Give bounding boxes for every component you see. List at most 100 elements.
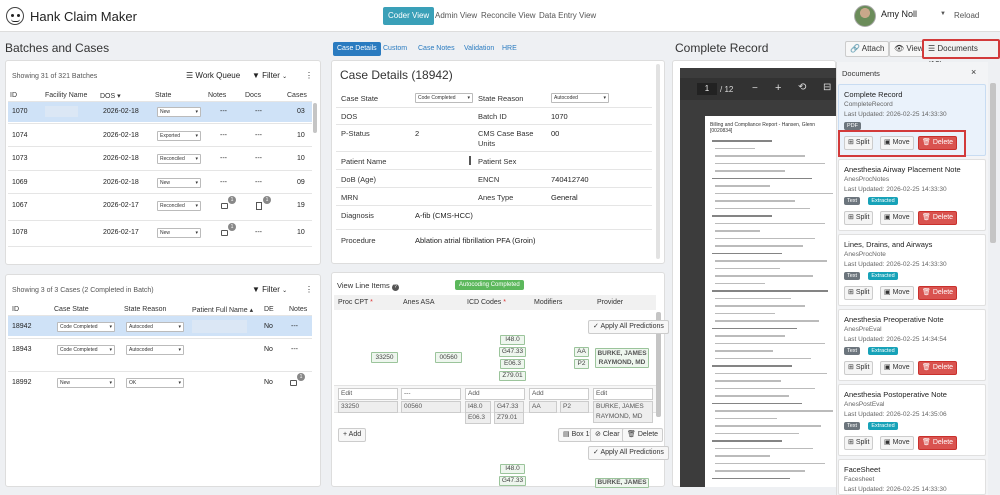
batch-state-select[interactable]: New [157, 178, 201, 188]
icd-code[interactable]: I48.0 [500, 335, 525, 345]
modifier-add-input[interactable]: Add [529, 388, 589, 400]
fit-page-icon[interactable]: ⊟ [823, 82, 831, 93]
icd-code[interactable]: G47.33 [499, 476, 526, 486]
batches-scrollbar[interactable] [313, 103, 317, 133]
cpt-code[interactable]: 33250 [371, 352, 398, 363]
tab-case-details[interactable]: Case Details [333, 42, 381, 56]
col-notes[interactable]: Notes [208, 92, 226, 99]
split-button[interactable]: ⊞ Split [844, 436, 874, 450]
batches-filter-button[interactable]: ▼ Filter ⌄ [252, 71, 287, 80]
icd-code[interactable]: E06.3 [500, 359, 525, 369]
tab-data-entry-view[interactable]: Data Entry View [534, 7, 601, 25]
batch-state-select[interactable]: New [157, 107, 201, 117]
col-notes[interactable]: Notes [289, 306, 307, 313]
user-name[interactable]: Amy Noll [881, 9, 917, 19]
col-dos[interactable]: DOS ▾ [100, 92, 121, 100]
case-state-select[interactable]: Code Completed [415, 93, 473, 103]
user-menu-chevron-down-icon[interactable]: ▼ [940, 11, 946, 17]
modifier-code[interactable]: P2 [574, 359, 589, 369]
pstatus-label: P-Status [341, 129, 370, 138]
col-de[interactable]: DE [264, 306, 274, 313]
col-patient-name[interactable]: Patient Full Name ▴ [192, 306, 253, 314]
apply-all-predictions-button[interactable]: ✓ Apply All Predictions [588, 320, 669, 334]
col-id[interactable]: ID [10, 92, 17, 99]
tab-custom[interactable]: Custom [379, 42, 411, 56]
move-button[interactable]: ▣ Move [880, 361, 914, 375]
provider-name[interactable]: BURKE, JAMES RAYMOND, MD [595, 348, 649, 368]
case-state-select[interactable]: New [57, 378, 115, 388]
state-reason-select[interactable]: OK [126, 378, 184, 388]
delete-document-button[interactable]: 🗑 Delete [918, 361, 958, 375]
tab-admin-view[interactable]: Admin View [430, 7, 482, 25]
icd-code[interactable]: G47.33 [499, 347, 526, 357]
col-cases[interactable]: Cases [287, 92, 307, 99]
tab-reconcile-view[interactable]: Reconcile View [476, 7, 541, 25]
close-icon[interactable]: × [971, 67, 976, 77]
batch-state-select[interactable]: Reconciled [157, 201, 201, 211]
clear-button[interactable]: ⊘ Clear [590, 428, 625, 442]
move-button[interactable]: ▣ Move [880, 436, 914, 450]
batches-more-icon[interactable]: ⋮ [305, 71, 313, 80]
pdf-page-input[interactable]: 1 [697, 83, 717, 95]
col-state[interactable]: State [155, 92, 171, 99]
col-case-state[interactable]: Case State [54, 306, 89, 313]
col-docs[interactable]: Docs [245, 92, 261, 99]
reload-button[interactable]: Reload [954, 11, 979, 20]
col-facility[interactable]: Facility Name [45, 92, 87, 99]
delete-document-button[interactable]: 🗑 Delete [918, 211, 958, 225]
cases-filter-button[interactable]: ▼ Filter ⌄ [252, 285, 287, 294]
cases-more-icon[interactable]: ⋮ [305, 285, 313, 294]
notes-bubble-icon[interactable] [221, 203, 228, 209]
icd-add-input[interactable]: Add [465, 388, 525, 400]
delete-document-button[interactable]: 🗑 Delete [918, 436, 958, 450]
provider-edit-input[interactable]: Edit [593, 388, 653, 400]
batch-state-select[interactable]: Reconciled [157, 154, 201, 164]
case-details-scrollbar[interactable] [656, 64, 660, 259]
batch-state-select[interactable]: New [157, 228, 201, 238]
delete-line-button[interactable]: 🗑 Delete [622, 428, 664, 442]
col-id[interactable]: ID [12, 306, 19, 313]
batch-state-select[interactable]: Exported [157, 131, 201, 141]
state-reason-select[interactable]: Autocoded [126, 345, 184, 355]
notes-bubble-icon[interactable] [290, 380, 297, 386]
state-reason-select[interactable]: Autocoded [126, 322, 184, 332]
attach-button[interactable]: 🔗 Attach [845, 41, 890, 57]
tab-validation[interactable]: Validation [460, 42, 498, 56]
case-state-select[interactable]: Code Completed [57, 322, 115, 332]
asa-code[interactable]: 00560 [435, 352, 462, 363]
documents-button[interactable]: ☰ Documents (13) [922, 39, 1000, 69]
icd-code[interactable]: I48.0 [500, 464, 525, 474]
zoom-out-icon[interactable]: − [752, 83, 758, 94]
delete-document-button[interactable]: 🗑 Delete [918, 286, 958, 300]
work-queue-button[interactable]: ☰ Work Queue [186, 71, 240, 80]
zoom-in-icon[interactable]: + [775, 82, 781, 94]
asa-edit-input[interactable]: --- [401, 388, 461, 400]
provider-name[interactable]: BURKE, JAMES [595, 478, 649, 488]
modifier-code[interactable]: AA [574, 347, 589, 357]
documents-scrollbar[interactable] [990, 83, 996, 243]
cpt-edit-input[interactable]: Edit [338, 388, 398, 400]
split-button[interactable]: ⊞ Split [844, 211, 874, 225]
notes-bubble-icon[interactable] [221, 230, 228, 236]
state-reason-select[interactable]: Autocoded [551, 93, 609, 103]
split-button[interactable]: ⊞ Split [844, 286, 874, 300]
chevron-down-icon: ⌄ [282, 288, 288, 294]
document-icon[interactable] [256, 202, 262, 210]
pstatus-value: 2 [415, 129, 420, 138]
case-state-select[interactable]: Code Completed [57, 345, 115, 355]
move-button[interactable]: ▣ Move [880, 211, 914, 225]
move-button[interactable]: ▣ Move [880, 286, 914, 300]
apply-all-predictions-button[interactable]: ✓ Apply All Predictions [588, 446, 669, 460]
icd-code[interactable]: Z79.01 [499, 371, 526, 381]
add-line-button[interactable]: + Add [338, 428, 367, 442]
rotate-icon[interactable]: ⟲ [798, 82, 806, 93]
trash-icon: 🗑 [922, 364, 933, 371]
app-title: Hank Claim Maker [30, 9, 137, 24]
tab-case-notes[interactable]: Case Notes [414, 42, 459, 56]
tab-coder-view[interactable]: Coder View [383, 7, 435, 25]
avatar[interactable] [854, 5, 876, 27]
split-button[interactable]: ⊞ Split [844, 361, 874, 375]
col-state-reason[interactable]: State Reason [124, 306, 166, 313]
batch-notes: --- [220, 179, 227, 186]
tab-hre[interactable]: HRE [498, 42, 521, 56]
